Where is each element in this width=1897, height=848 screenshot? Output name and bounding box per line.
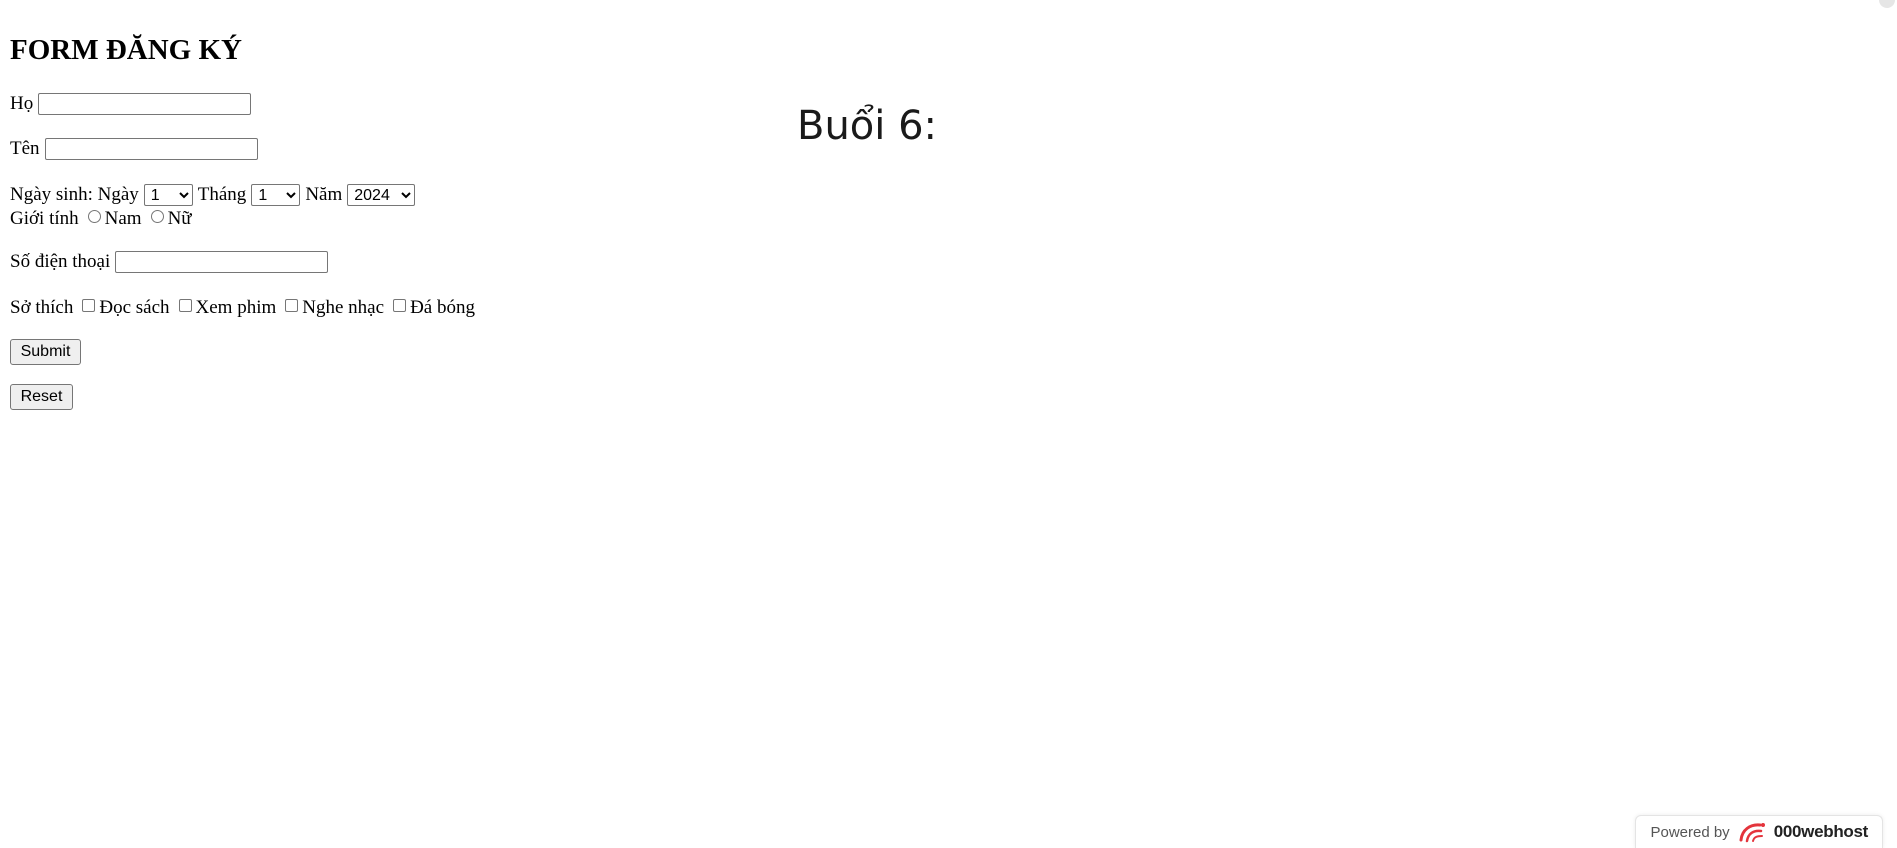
day-select[interactable]: 1: [143, 184, 193, 206]
gender-radio-nu[interactable]: [150, 210, 164, 224]
row-gender: Giới tính Nam Nữ: [10, 208, 192, 230]
dob-label: Ngày sinh:: [10, 184, 93, 206]
page: { "form": { "title": "FORM ĐĂNG KÝ", "ho…: [0, 0, 1897, 848]
submit-button[interactable]: Submit: [10, 339, 81, 365]
hobby-label-xem-phim: Xem phim: [195, 297, 277, 318]
ho-label: Họ: [10, 93, 34, 115]
brand-name: 000webhost: [1773, 822, 1869, 841]
row-hobbies: Sở thích Đọc sách Xem phim Nghe nhạc Đá …: [10, 297, 475, 319]
month-label: Tháng: [197, 184, 247, 206]
gender-radio-nam[interactable]: [87, 210, 101, 224]
000webhost-logo-icon: [1739, 823, 1765, 843]
reset-button[interactable]: Reset: [10, 384, 73, 410]
session-title: Buổi 6:: [797, 103, 938, 149]
row-phone: Số điện thoại: [10, 251, 329, 273]
corner-avatar-icon: [1879, 0, 1895, 8]
row-reset: Reset: [10, 384, 73, 410]
gender-label: Giới tính: [10, 208, 79, 229]
hobby-checkbox-xem-phim[interactable]: [178, 299, 192, 313]
row-dob: Ngày sinh: Ngày 1 Tháng 1 Năm 2024: [10, 184, 420, 206]
month-select[interactable]: 1: [251, 184, 301, 206]
hobby-checkbox-da-bong[interactable]: [393, 299, 407, 313]
hobby-checkbox-doc-sach[interactable]: [82, 299, 96, 313]
hobby-checkbox-nghe-nhac[interactable]: [285, 299, 299, 313]
year-select[interactable]: 2024: [347, 184, 416, 206]
powered-by-label: Powered by: [1650, 823, 1730, 841]
hobby-label-da-bong: Đá bóng: [410, 297, 475, 318]
gender-option-nam: Nam: [104, 208, 142, 229]
ho-input[interactable]: [38, 93, 252, 115]
powered-by-badge[interactable]: Powered by 000webhost: [1635, 815, 1883, 848]
row-ho: Họ: [10, 93, 252, 115]
hobby-label-doc-sach: Đọc sách: [99, 297, 170, 318]
row-submit: Submit: [10, 339, 81, 365]
hobby-label-nghe-nhac: Nghe nhạc: [302, 297, 385, 318]
day-label: Ngày: [97, 184, 139, 206]
ten-label: Tên: [10, 138, 40, 160]
form-title: FORM ĐĂNG KÝ: [10, 34, 242, 66]
phone-input[interactable]: [115, 251, 329, 273]
row-ten: Tên: [10, 138, 258, 160]
gender-option-nu: Nữ: [167, 208, 192, 229]
hobbies-label: Sở thích: [10, 297, 74, 318]
ten-input[interactable]: [44, 138, 258, 160]
phone-label: Số điện thoại: [10, 251, 111, 273]
year-label: Năm: [305, 184, 343, 206]
